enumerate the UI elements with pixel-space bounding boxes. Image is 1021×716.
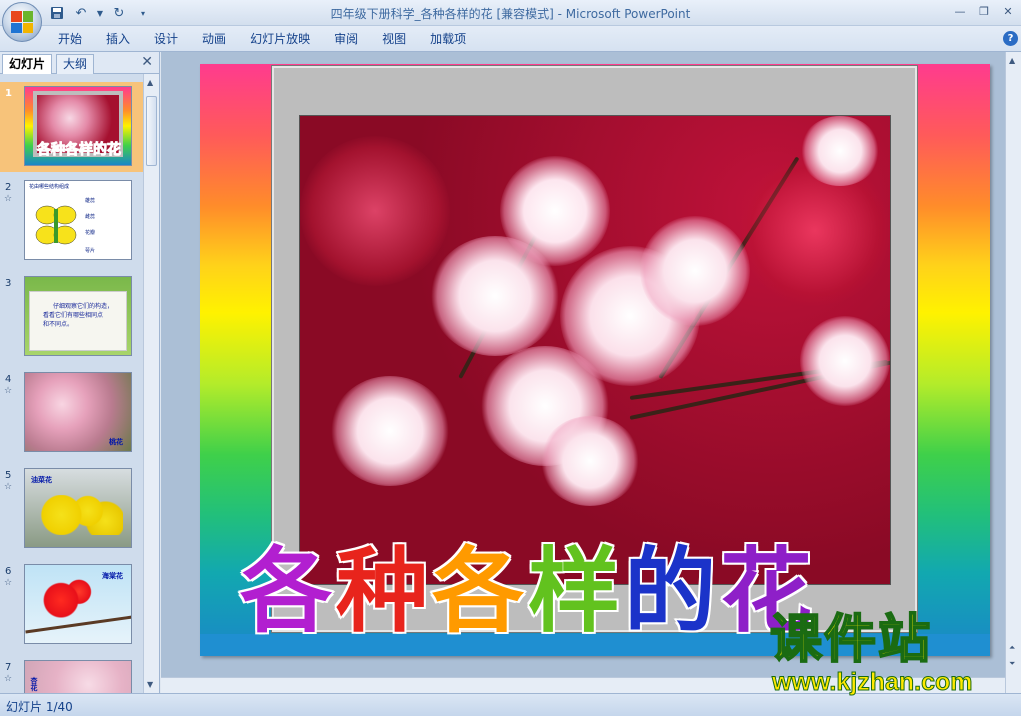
scroll-up-icon[interactable]: ▲: [147, 78, 153, 87]
slide-title[interactable]: 各种各样的花: [238, 517, 816, 650]
title-char: 各: [431, 537, 529, 647]
watermark-url: www.kjzhan.com: [772, 668, 974, 697]
thumb-label: 杏花: [30, 677, 38, 691]
flower-diagram-icon: [35, 205, 77, 245]
thumb-label: 桃花: [109, 438, 123, 446]
watermark-title: 课件站: [769, 610, 933, 670]
thumb-line: 看看它们有哪些相同点: [43, 312, 104, 319]
scroll-thumb[interactable]: [146, 96, 157, 166]
blossom: [330, 376, 450, 486]
window-title: 四年级下册科学_各种各样的花 [兼容模式] - Microsoft PowerP…: [330, 7, 691, 21]
blossom: [540, 416, 640, 506]
watermark: 课件站 www.kjzhan.com: [769, 610, 974, 697]
animation-star-icon: ☆: [4, 674, 13, 684]
scroll-down-icon[interactable]: ▼: [147, 680, 153, 689]
slide-number: 7: [5, 662, 12, 673]
thumb-line: 雄蕊: [85, 198, 96, 204]
slide-thumbnail-4[interactable]: 4 ☆ 桃花: [0, 368, 143, 458]
slides-pane: 幻灯片 大纲 ✕ 1 各种各样的花 2 ☆ 花由哪些结构组成 雄蕊 雌蕊 花瓣 …: [0, 52, 160, 693]
ribbon: 开始 插入 设计 动画 幻灯片放映 审阅 视图 加载项 ?: [0, 26, 1021, 52]
slide-number: 3: [5, 278, 12, 289]
thumb-line: 仔细观察它们的构造，: [53, 303, 114, 310]
tab-slides[interactable]: 幻灯片: [2, 54, 53, 74]
slide-editor: 各种各样的花 ▲ ⏶ ⏷: [161, 52, 1021, 693]
minimize-button[interactable]: —: [949, 2, 971, 20]
title-char: 样: [527, 537, 625, 647]
title-char: 的: [623, 537, 721, 647]
close-button[interactable]: ✕: [997, 2, 1019, 20]
tab-view[interactable]: 视图: [370, 31, 418, 47]
office-button[interactable]: [2, 2, 42, 42]
animation-star-icon: ☆: [4, 386, 13, 396]
title-bar: ↶ ▼ ↻ ▾ 四年级下册科学_各种各样的花 [兼容模式] - Microsof…: [0, 0, 1021, 26]
prev-slide-icon[interactable]: ⏶: [1009, 643, 1015, 653]
animation-star-icon: ☆: [4, 194, 13, 204]
thumb-label: 海棠花: [102, 572, 123, 580]
animation-star-icon: ☆: [4, 578, 13, 588]
thumb-line: 花由哪些结构组成: [29, 184, 70, 190]
slide-thumbnails: 1 各种各样的花 2 ☆ 花由哪些结构组成 雄蕊 雌蕊 花瓣 萼片 3 仔细观察…: [0, 74, 143, 693]
slide-number: 4: [5, 374, 12, 385]
slide-thumbnail-2[interactable]: 2 ☆ 花由哪些结构组成 雄蕊 雌蕊 花瓣 萼片: [0, 176, 143, 266]
current-slide[interactable]: 各种各样的花: [200, 64, 990, 656]
blossom: [300, 136, 450, 286]
thumb-line: 花瓣: [85, 230, 96, 236]
slide-counter: 幻灯片 1/40: [6, 700, 73, 714]
thumb-title: 各种各样的花: [37, 142, 122, 159]
tab-addins[interactable]: 加载项: [418, 31, 478, 47]
thumb-label: 油菜花: [31, 476, 52, 484]
blossom: [640, 216, 750, 326]
tab-animations[interactable]: 动画: [190, 31, 238, 47]
title-char: 种: [335, 537, 433, 647]
tab-insert[interactable]: 插入: [94, 31, 142, 47]
thumbnails-scrollbar[interactable]: ▲ ▼: [143, 74, 159, 693]
title-char: 各: [238, 537, 337, 647]
tab-design[interactable]: 设计: [142, 31, 190, 47]
scroll-up-icon[interactable]: ▲: [1009, 56, 1015, 65]
tab-slideshow[interactable]: 幻灯片放映: [238, 31, 322, 47]
slide-number: 1: [5, 88, 12, 99]
slide-thumbnail-6[interactable]: 6 ☆ 海棠花: [0, 560, 143, 650]
editor-vertical-scrollbar[interactable]: ▲ ⏶ ⏷: [1005, 52, 1021, 693]
slide-thumbnail-7[interactable]: 7 ☆ 杏花: [0, 656, 143, 693]
slide-thumbnail-5[interactable]: 5 ☆ 油菜花: [0, 464, 143, 554]
close-pane-icon[interactable]: ✕: [141, 54, 153, 70]
blossom: [500, 156, 610, 266]
tab-outline[interactable]: 大纲: [56, 54, 95, 74]
blossom: [800, 316, 890, 406]
thumb-line: 和不同点。: [43, 321, 74, 328]
slide-number: 6: [5, 566, 12, 577]
tab-review[interactable]: 审阅: [322, 31, 370, 47]
slide-thumbnail-3[interactable]: 3 仔细观察它们的构造， 看看它们有哪些相同点 和不同点。: [0, 272, 143, 362]
blossom: [800, 116, 880, 186]
blossom-photo[interactable]: [299, 115, 891, 585]
thumb-line: 萼片: [85, 248, 96, 254]
thumb-line: 雌蕊: [85, 214, 96, 220]
restore-button[interactable]: ❐: [973, 2, 995, 20]
office-logo-icon: [11, 11, 33, 33]
animation-star-icon: ☆: [4, 482, 13, 492]
slide-number: 2: [5, 182, 12, 193]
slide-number: 5: [5, 470, 12, 481]
tab-home[interactable]: 开始: [46, 31, 94, 47]
next-slide-icon[interactable]: ⏷: [1009, 659, 1015, 669]
help-icon[interactable]: ?: [1003, 31, 1018, 46]
slide-thumbnail-1[interactable]: 1 各种各样的花: [0, 82, 143, 172]
